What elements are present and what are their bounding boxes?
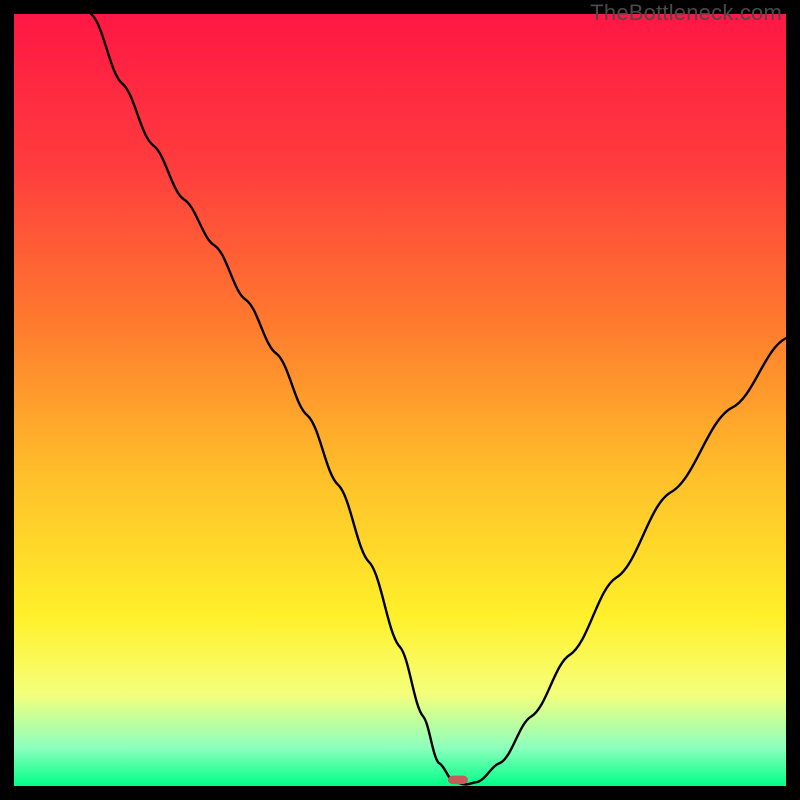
chart-svg xyxy=(14,14,786,786)
watermark-text: TheBottleneck.com xyxy=(590,0,782,26)
gradient-background xyxy=(14,14,786,786)
optimal-marker xyxy=(448,776,468,785)
plot-area xyxy=(14,14,786,786)
chart-frame: TheBottleneck.com xyxy=(0,0,800,800)
